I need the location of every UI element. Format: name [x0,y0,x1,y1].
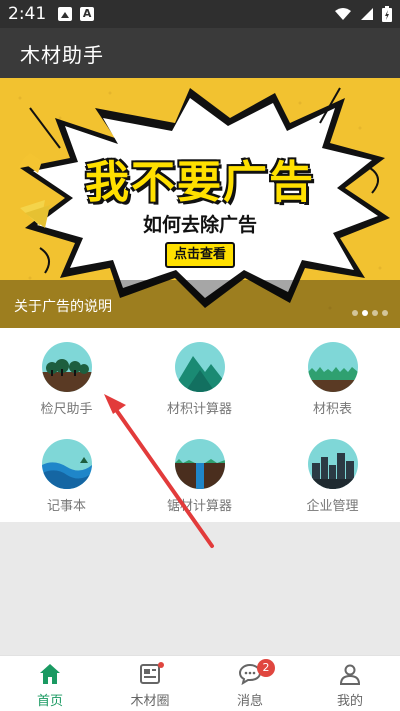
grid-item-label: 记事本 [46,499,86,514]
grid-item-lumber-calculator[interactable]: 锯材计算器 [133,425,266,522]
app-title: 木材助手 [20,42,104,67]
tab-label: 木材圈 [130,694,170,709]
city-skyline-icon [308,439,358,489]
grid-item-enterprise-management[interactable]: 企业管理 [266,425,399,522]
banner-dot [352,310,358,316]
banner-dot [382,310,388,316]
ad-banner[interactable]: 我不要广告 如何去除广告 点击查看 关于广告的说明 [0,78,400,328]
notification-dot [158,662,164,668]
banner-subtitle: 如何去除广告 [142,214,257,236]
wifi-icon [335,8,351,20]
wave-icon [42,439,92,489]
waterfall-icon [175,439,225,489]
banner-cta-button[interactable]: 点击查看 [165,242,235,268]
tab-profile[interactable]: 我的 [300,656,400,711]
grid-item-label: 材积表 [312,402,352,417]
grid-item-label: 锯材计算器 [166,499,232,514]
mountain-icon [175,342,225,392]
bottom-tab-bar: 首页 木材圈 2 消息 我的 [0,655,400,711]
app-root: 2:41 A 木材助手 我不要广告 如何去除广告 点击查看 关于广告的说明 检尺… [0,0,400,711]
app-bar: 木材助手 [0,28,400,78]
tab-messages[interactable]: 2 消息 [200,656,300,711]
grid-item-volume-table[interactable]: 材积表 [266,328,399,425]
banner-page-indicator [352,310,388,316]
tab-wood-circle[interactable]: 木材圈 [100,656,200,711]
image-icon [58,7,73,21]
status-time: 2:41 [8,4,47,24]
grid-item-label: 检尺助手 [40,402,93,417]
tab-label: 首页 [36,694,63,709]
banner-headline: 我不要广告 [85,157,315,208]
banner-dot [372,310,378,316]
grid-item-volume-calculator[interactable]: 材积计算器 [133,328,266,425]
banner-dot-active [362,310,368,316]
font-icon: A [80,7,95,21]
forest-scene-icon [42,342,92,392]
signal-icon [361,8,373,20]
battery-icon [382,6,392,22]
status-bar: 2:41 A [0,0,400,28]
banner-caption: 关于广告的说明 [14,299,112,315]
tab-home[interactable]: 首页 [0,656,100,711]
grid-item-tally-helper[interactable]: 检尺助手 [0,328,133,425]
message-badge: 2 [257,659,275,677]
tool-grid: 检尺助手 材积计算器 材积表 记事本 锯材计算器 企业管理 [0,328,400,522]
grid-item-label: 企业管理 [306,499,359,514]
tab-label: 消息 [236,694,263,709]
status-left-icons: A [58,7,95,21]
home-icon [40,664,60,684]
status-right-icons [334,6,392,22]
grass-scene-icon [308,342,358,392]
grid-item-label: 材积计算器 [166,402,232,417]
tab-label: 我的 [336,694,363,709]
user-icon [339,664,361,685]
grid-item-notebook[interactable]: 记事本 [0,425,133,522]
